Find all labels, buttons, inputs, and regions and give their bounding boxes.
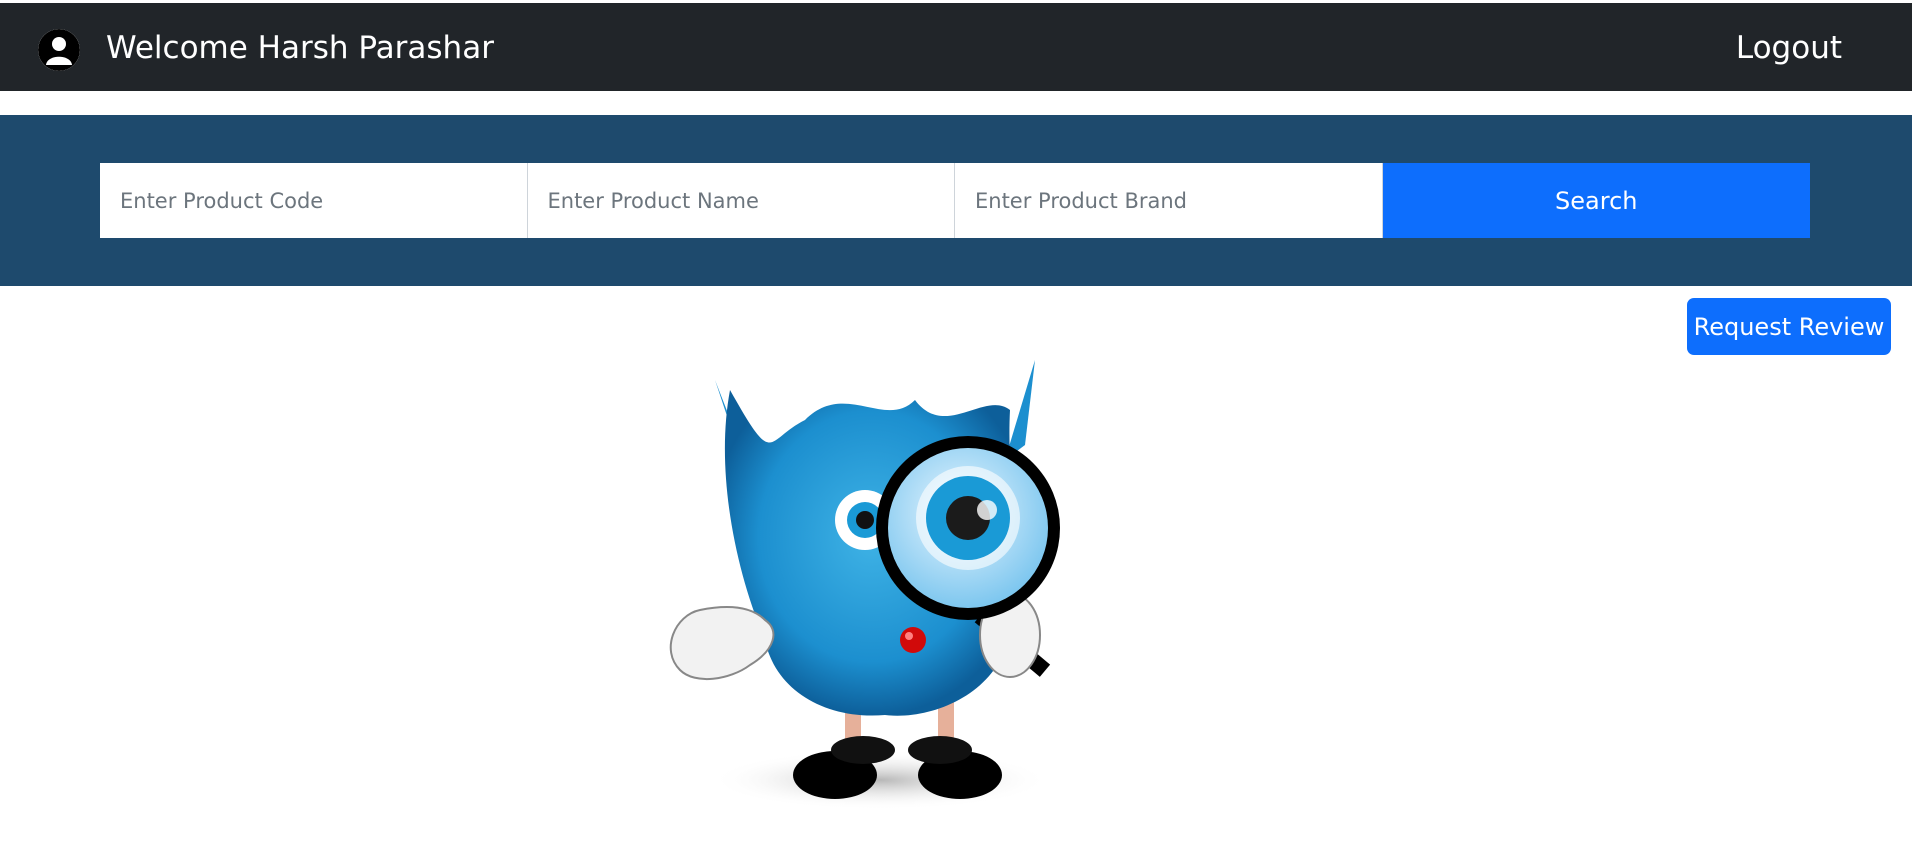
search-button[interactable]: Search — [1382, 163, 1810, 238]
logout-link[interactable]: Logout — [1736, 28, 1842, 68]
product-code-input[interactable] — [100, 163, 528, 238]
monster-with-magnifier-icon — [655, 350, 1125, 820]
user-icon — [38, 29, 80, 71]
request-review-button[interactable]: Request Review — [1687, 298, 1891, 355]
welcome-text: Welcome Harsh Parashar — [106, 30, 494, 66]
product-brand-input[interactable] — [955, 163, 1383, 238]
product-name-input[interactable] — [527, 163, 955, 238]
search-band: Search — [0, 115, 1912, 286]
top-navbar: Welcome Harsh Parashar Logout — [0, 3, 1912, 91]
search-form: Search — [100, 163, 1810, 238]
